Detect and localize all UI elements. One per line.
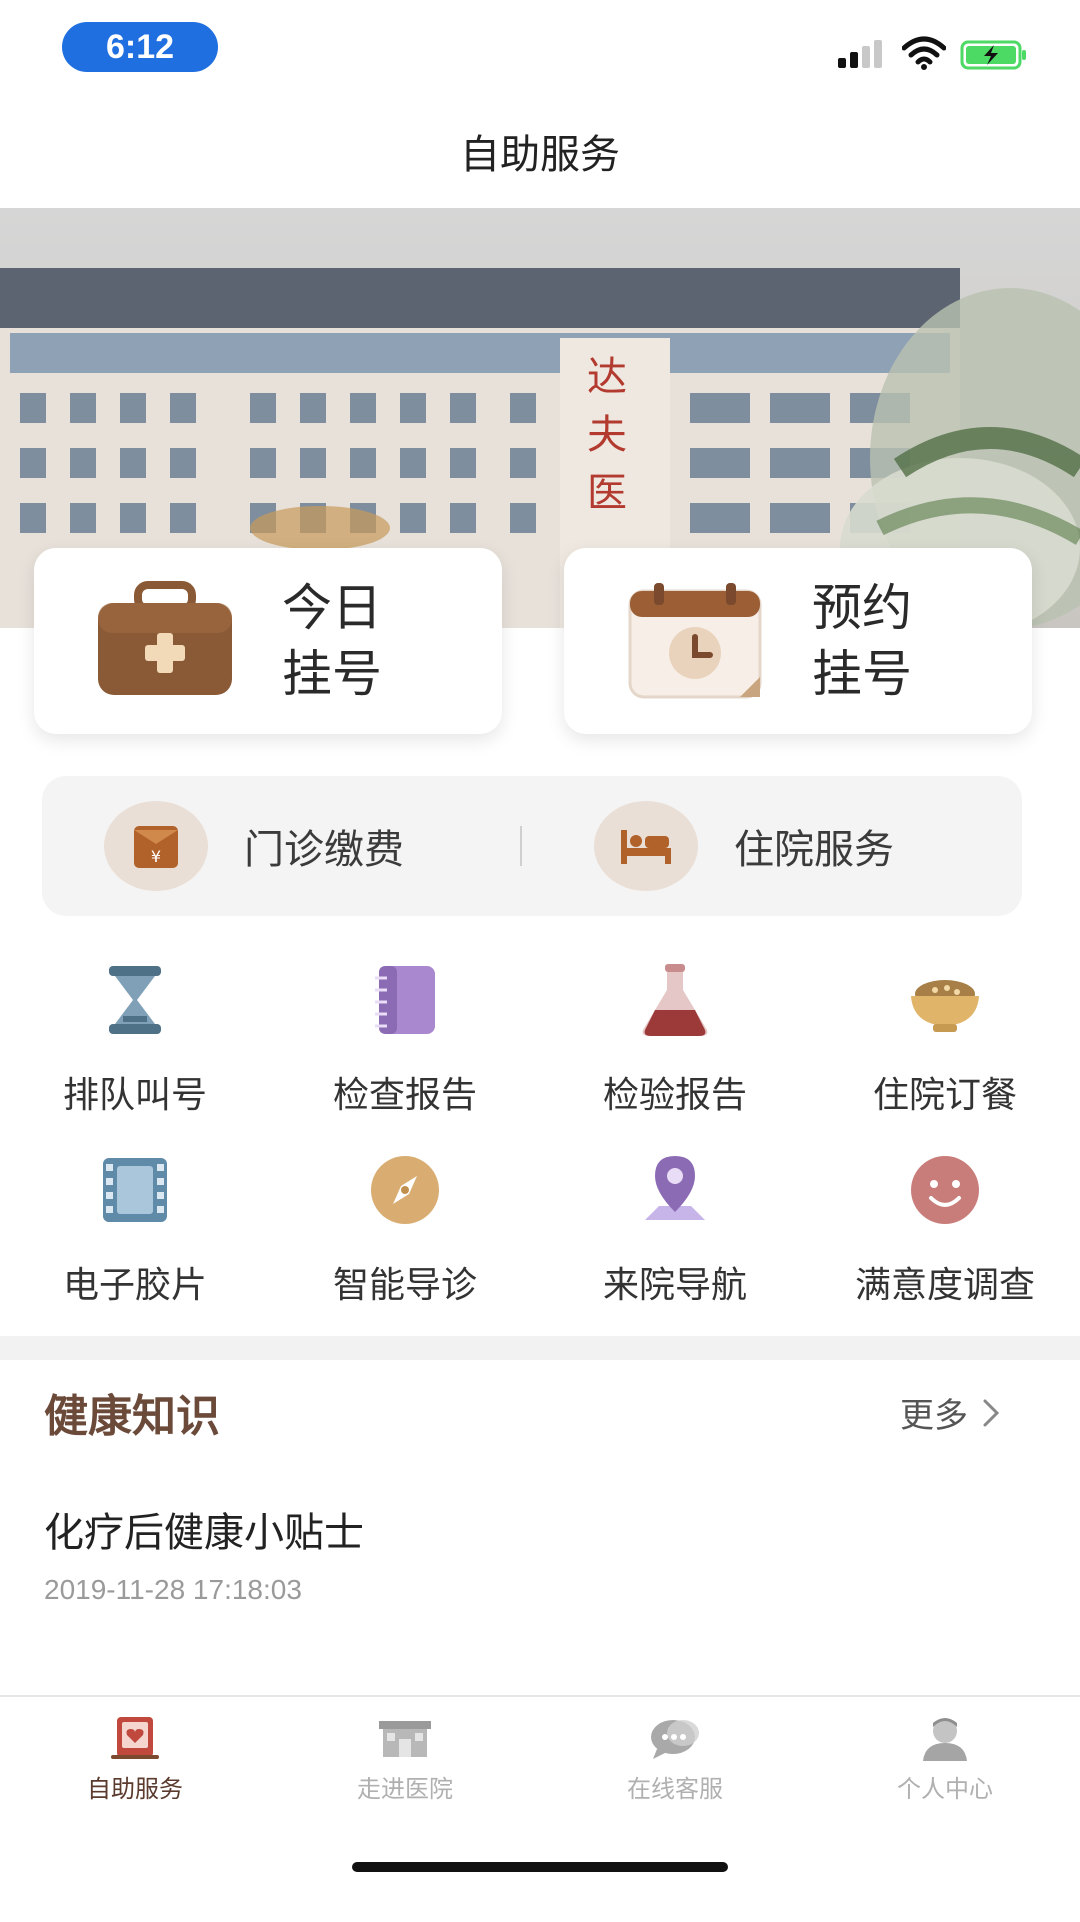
today-registration-line1: 今日: [282, 579, 382, 637]
tab-personal-center[interactable]: 个人中心: [810, 1715, 1080, 1804]
smart-triage-button[interactable]: 智能导诊: [270, 1150, 540, 1310]
appointment-registration-line1: 预约: [812, 579, 912, 637]
chevron-right-icon: [983, 1399, 1000, 1426]
hospital-navigation-button[interactable]: 来院导航: [540, 1150, 810, 1310]
medical-bag-icon: [98, 581, 232, 695]
exam-report-label: 检查报告: [332, 1075, 477, 1116]
satisfaction-survey-button[interactable]: 满意度调查: [810, 1150, 1080, 1310]
e-film-label: 电子胶片: [62, 1265, 207, 1306]
smiley-icon: [911, 1156, 979, 1224]
outpatient-payment-button[interactable]: ¥ 门诊缴费: [42, 801, 532, 891]
wifi-icon: [902, 36, 946, 70]
flask-icon: [642, 964, 708, 1036]
battery-charging-icon: [960, 40, 1026, 70]
home-indicator[interactable]: [352, 1862, 728, 1872]
inpatient-service-label: 住院服务: [734, 827, 894, 873]
inpatient-meal-button[interactable]: 住院订餐: [810, 960, 1080, 1120]
inpatient-meal-label: 住院订餐: [872, 1075, 1017, 1116]
report-book-icon: [375, 966, 435, 1034]
service-strip: ¥ 门诊缴费 住院服务: [42, 776, 1022, 916]
tab-hospital-label: 走进医院: [357, 1775, 453, 1803]
bottom-nav: 自助服务 走进医院 在线客服 个人中心: [0, 1695, 1080, 1922]
tab-hospital[interactable]: 走进医院: [270, 1715, 540, 1804]
smart-triage-label: 智能导诊: [332, 1265, 477, 1306]
more-link[interactable]: 更多: [900, 1388, 1000, 1437]
chat-icon: [651, 1720, 699, 1759]
today-registration-card[interactable]: 今日 挂号: [34, 548, 502, 734]
meal-bowl-icon: [911, 980, 979, 1032]
outpatient-payment-label: 门诊缴费: [244, 827, 404, 873]
exam-report-button[interactable]: 检查报告: [270, 960, 540, 1120]
payment-envelope-icon: ¥: [104, 801, 208, 891]
cellular-signal-icon: [838, 40, 882, 68]
today-registration-line2: 挂号: [282, 645, 382, 703]
hospital-navigation-label: 来院导航: [602, 1265, 747, 1306]
hourglass-icon: [109, 966, 161, 1034]
e-film-button[interactable]: 电子胶片: [0, 1150, 270, 1310]
page-title: 自助服务: [460, 132, 620, 178]
location-pin-icon: [645, 1156, 705, 1220]
svg-text:¥: ¥: [151, 847, 161, 866]
lab-report-label: 检验报告: [602, 1075, 747, 1116]
tab-self-service[interactable]: 自助服务: [0, 1715, 270, 1804]
more-label: 更多: [900, 1396, 968, 1436]
queue-calling-button[interactable]: 排队叫号: [0, 960, 270, 1120]
appointment-registration-line2: 挂号: [812, 645, 912, 703]
self-service-icon: [111, 1717, 159, 1759]
satisfaction-survey-label: 满意度调查: [854, 1265, 1035, 1306]
article-timestamp: 2019-11-28 17:18:03: [44, 1574, 302, 1605]
tab-online-service[interactable]: 在线客服: [540, 1715, 810, 1804]
hospital-bed-icon: [594, 801, 698, 891]
health-knowledge-title: 健康知识: [44, 1391, 220, 1442]
banner-signboard-text: 达夫医: [587, 354, 627, 516]
article-title[interactable]: 化疗后健康小贴士: [44, 1500, 364, 1558]
strip-divider: [520, 826, 522, 866]
status-time: 6:12: [62, 22, 218, 72]
tab-self-service-label: 自助服务: [87, 1775, 183, 1803]
user-icon: [923, 1718, 967, 1761]
tab-online-service-label: 在线客服: [627, 1775, 723, 1803]
hospital-icon: [379, 1721, 431, 1757]
inpatient-service-button[interactable]: 住院服务: [532, 801, 1022, 891]
tab-personal-center-label: 个人中心: [897, 1775, 993, 1803]
lab-report-button[interactable]: 检验报告: [540, 960, 810, 1120]
calendar-clock-icon: [628, 583, 762, 699]
appointment-registration-card[interactable]: 预约 挂号: [564, 548, 1032, 734]
film-icon: [103, 1158, 167, 1222]
section-divider: [0, 1336, 1080, 1360]
today-registration-label: 今日 挂号: [282, 575, 402, 707]
compass-icon: [371, 1156, 439, 1224]
appointment-registration-label: 预约 挂号: [812, 575, 932, 707]
queue-calling-label: 排队叫号: [62, 1075, 207, 1116]
